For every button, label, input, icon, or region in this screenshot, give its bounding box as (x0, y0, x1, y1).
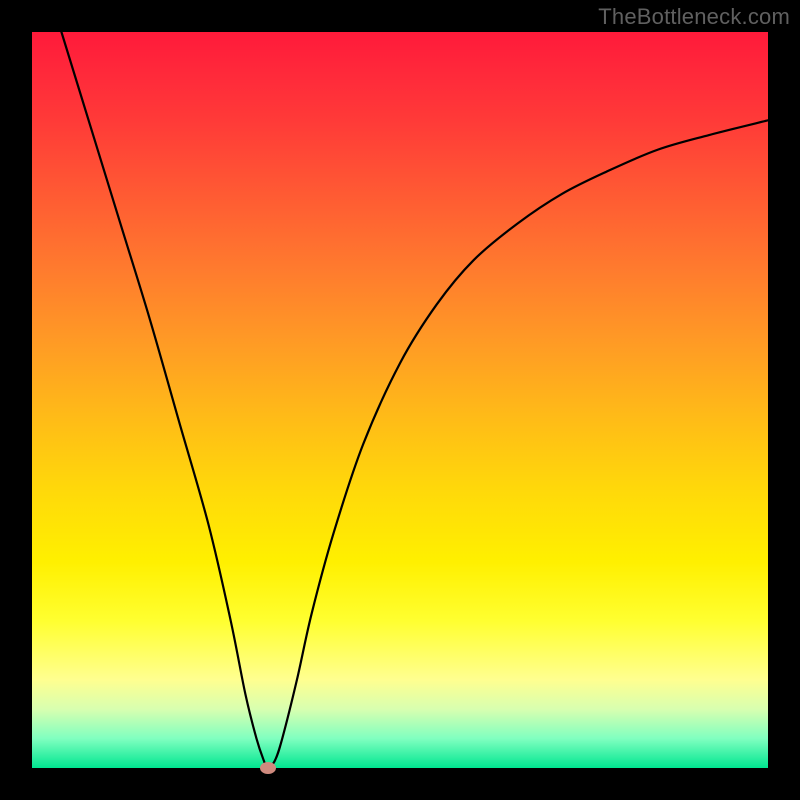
watermark-text: TheBottleneck.com (598, 4, 790, 30)
chart-marker-dot (260, 762, 276, 774)
chart-curve (32, 32, 768, 768)
chart-plot-area (32, 32, 768, 768)
